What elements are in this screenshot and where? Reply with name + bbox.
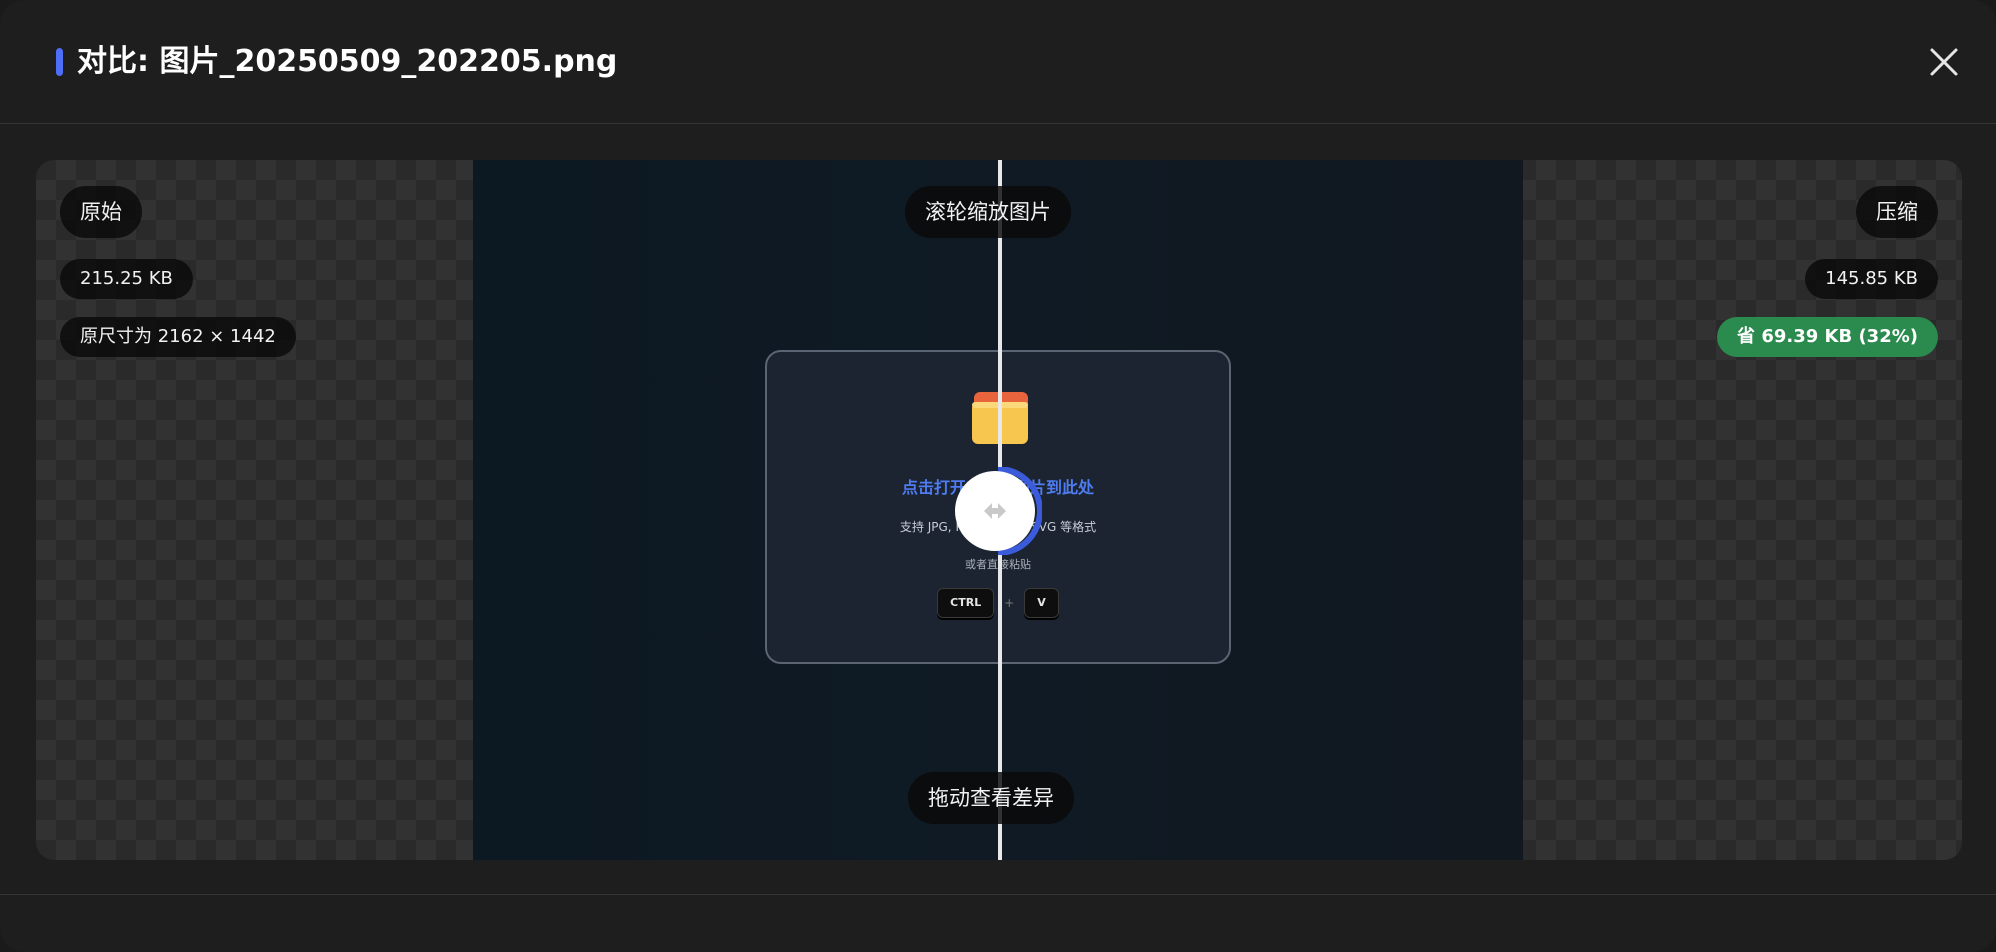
drag-hint: 拖动查看差异 (908, 772, 1074, 824)
compressed-label: 压缩 (1856, 186, 1938, 238)
original-label: 原始 (60, 186, 142, 238)
compare-slider-handle[interactable] (954, 466, 1043, 556)
compressed-size: 145.85 KB (1805, 259, 1938, 299)
dialog-footer (0, 894, 1996, 952)
compare-stage[interactable]: 点击打开或拖拽图片到此处 支持 JPG, PNG, WEBP, SVG 等格式 … (36, 160, 1962, 860)
title-accent-bar (56, 48, 63, 76)
close-button[interactable] (1922, 40, 1966, 84)
key-plus: + (1004, 596, 1015, 610)
savings-badge: 省 69.39 KB (32%) (1717, 317, 1938, 357)
compare-dialog: 对比: 图片_20250509_202205.png 点击打开或拖拽图片到此处 … (0, 0, 1996, 952)
close-icon (1930, 48, 1958, 76)
key-v: V (1024, 588, 1059, 618)
key-ctrl: CTRL (937, 588, 995, 618)
drag-arrows-icon (955, 466, 1043, 556)
zoom-hint: 滚轮缩放图片 (905, 186, 1071, 238)
dialog-header: 对比: 图片_20250509_202205.png (0, 0, 1996, 124)
original-size: 215.25 KB (60, 259, 193, 299)
original-dimensions: 原尺寸为 2162 × 1442 (60, 317, 296, 357)
dialog-title: 对比: 图片_20250509_202205.png (77, 44, 618, 79)
